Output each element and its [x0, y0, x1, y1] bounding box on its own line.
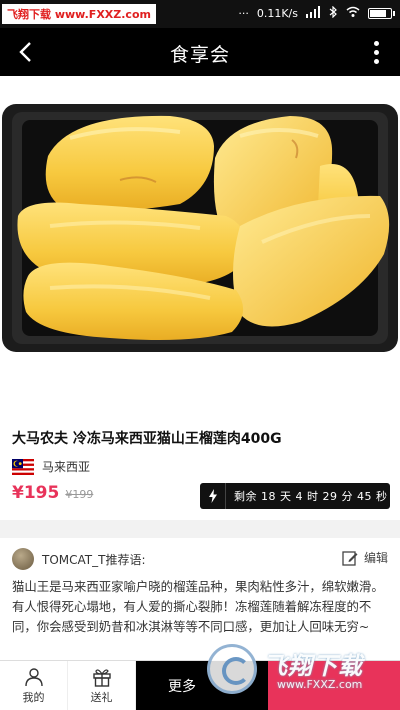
more-button-label: 更多 [168, 679, 196, 695]
wifi-icon [346, 6, 360, 21]
watermark-logo-text: 飞翔下载 [7, 8, 51, 21]
page-title: 食享会 [169, 44, 230, 66]
lightning-icon [200, 483, 226, 509]
user-icon [24, 668, 43, 687]
battery-icon [368, 8, 395, 19]
network-speed: 0.11K/s [256, 7, 298, 20]
status-bar: 飞翔下载 www.FXXZ.com ··· 0.11K/s [0, 0, 400, 28]
price-block: ¥195 ¥199 [12, 483, 93, 503]
malaysia-flag-icon [12, 458, 34, 475]
origin-label: 马来西亚 [42, 460, 91, 474]
more-menu-button[interactable] [364, 36, 388, 68]
current-price: ¥195 [12, 483, 60, 503]
watermark-url: www.FXXZ.com [54, 8, 151, 21]
dots-icon: ··· [238, 7, 249, 20]
edit-button[interactable]: 编辑 [342, 549, 388, 566]
original-price: ¥199 [65, 488, 94, 501]
product-name: 大马农夫 冷冻马来西亚猫山王榴莲肉400G [12, 431, 282, 447]
more-button[interactable]: 更多 [136, 661, 268, 710]
countdown-text: 剩余 18 天 4 时 29 分 45 秒 [234, 490, 388, 503]
edit-icon [342, 550, 358, 566]
countdown-timer: 剩余 18 天 4 时 29 分 45 秒 [200, 483, 390, 509]
buy-button[interactable] [268, 661, 400, 710]
product-image[interactable] [0, 76, 400, 406]
gift-icon [92, 669, 111, 687]
watermark-logo: 飞翔下载 www.FXXZ.com [2, 4, 156, 24]
product-origin: 马来西亚 [12, 458, 90, 475]
tab-gift-label: 送礼 [90, 691, 113, 704]
edit-label: 编辑 [363, 551, 388, 565]
section-divider [0, 520, 400, 538]
tab-mine[interactable]: 我的 [0, 661, 68, 710]
bluetooth-icon [328, 5, 338, 21]
recommendation-text: 猫山王是马来西亚家喻户晓的榴莲品种，果肉粘性多汁，绵软嫩滑。有人恨得死心塌地，有… [12, 579, 384, 634]
more-vertical-icon [373, 40, 379, 46]
tab-gift[interactable]: 送礼 [68, 661, 136, 710]
top-nav-bar: 食享会 [0, 28, 400, 76]
tab-mine-label: 我的 [22, 691, 45, 704]
avatar[interactable] [12, 548, 34, 570]
bottom-bar: 我的 送礼 更多 [0, 660, 400, 710]
recommendation-header: TOMCAT_T推荐语: 编辑 [12, 547, 388, 571]
signal-icon [306, 6, 320, 21]
recommender-label: TOMCAT_T推荐语: [42, 552, 146, 567]
